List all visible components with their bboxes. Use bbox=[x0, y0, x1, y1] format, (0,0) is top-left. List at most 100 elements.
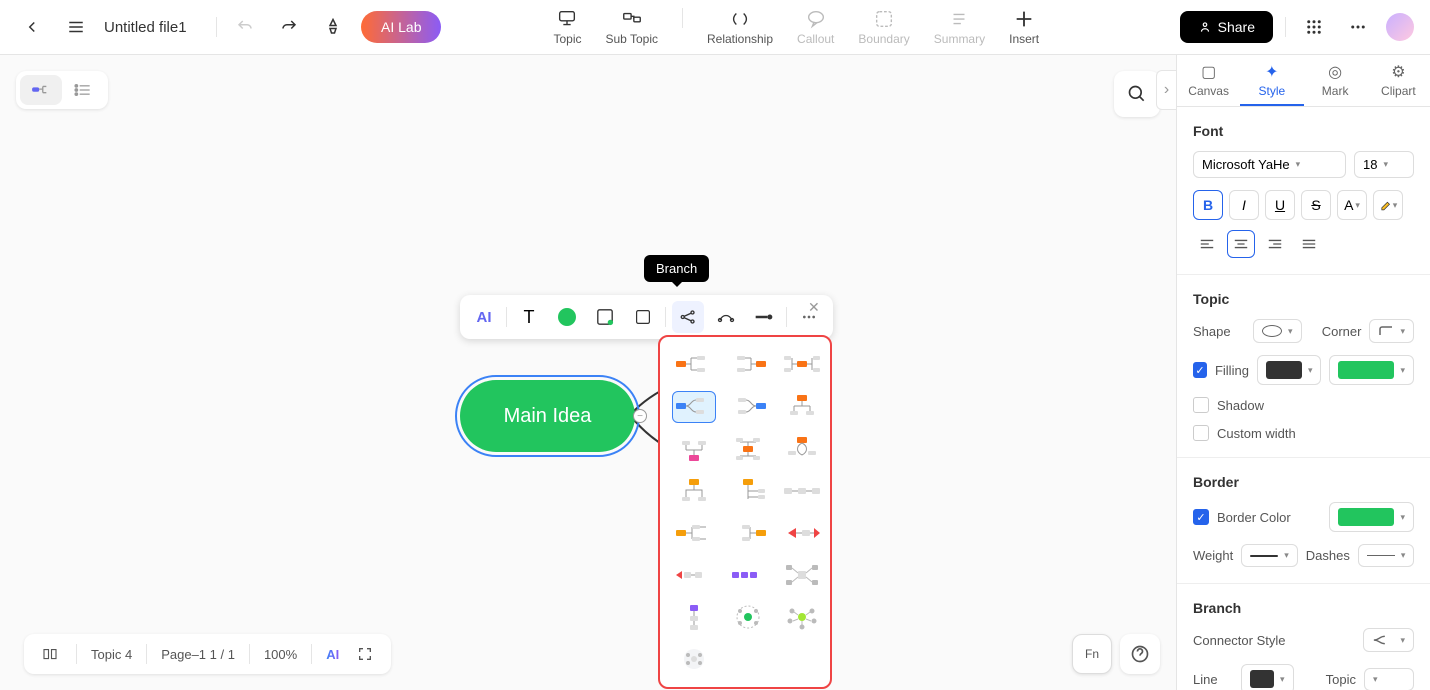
undo-button[interactable] bbox=[229, 11, 261, 43]
layout-opt-15[interactable] bbox=[780, 517, 824, 549]
menu-button[interactable] bbox=[60, 11, 92, 43]
layout-opt-1[interactable] bbox=[672, 349, 716, 381]
pages-button[interactable] bbox=[38, 642, 62, 666]
boundary-tool[interactable]: Boundary bbox=[858, 8, 909, 46]
fill-tool[interactable] bbox=[551, 301, 583, 333]
tab-canvas[interactable]: ▢Canvas bbox=[1177, 55, 1240, 106]
layout-opt-14[interactable] bbox=[726, 517, 770, 549]
layout-opt-16[interactable] bbox=[672, 559, 716, 591]
relationship-tool[interactable]: Relationship bbox=[707, 8, 773, 46]
align-right-button[interactable] bbox=[1261, 230, 1289, 258]
main-idea-node[interactable]: Main Idea − bbox=[460, 380, 635, 452]
font-color-button[interactable]: A▾ bbox=[1337, 190, 1367, 220]
callout-tool[interactable]: Callout bbox=[797, 8, 834, 46]
user-avatar[interactable] bbox=[1386, 13, 1414, 41]
layout-opt-17[interactable] bbox=[726, 559, 770, 591]
border-tool[interactable] bbox=[589, 301, 621, 333]
document-title[interactable] bbox=[104, 19, 204, 36]
chevron-down-icon: ▾ bbox=[1296, 159, 1301, 170]
redo-button[interactable] bbox=[273, 11, 305, 43]
subtopic-tool[interactable]: Sub Topic bbox=[606, 8, 658, 46]
layout-opt-11[interactable] bbox=[726, 475, 770, 507]
close-toolbar-button[interactable]: ✕ bbox=[808, 299, 826, 317]
tab-style[interactable]: ✦Style bbox=[1240, 55, 1303, 106]
font-family-select[interactable]: Microsoft YaHe▾ bbox=[1193, 151, 1346, 178]
custom-width-checkbox[interactable] bbox=[1193, 425, 1209, 441]
weight-select[interactable]: ▾ bbox=[1241, 544, 1298, 567]
layout-opt-10[interactable] bbox=[672, 475, 716, 507]
more-button[interactable] bbox=[1342, 11, 1374, 43]
layout-opt-19[interactable] bbox=[672, 601, 716, 633]
layout-opt-4[interactable] bbox=[672, 391, 716, 423]
layout-opt-20[interactable] bbox=[726, 601, 770, 633]
search-button[interactable] bbox=[1114, 71, 1160, 117]
ai-tool[interactable]: AI bbox=[468, 301, 500, 333]
branch-topic-select[interactable]: ▾ bbox=[1364, 668, 1414, 690]
shape-tool[interactable] bbox=[627, 301, 659, 333]
shape-select[interactable]: ▾ bbox=[1253, 319, 1302, 343]
canvas[interactable]: Main Idea − AI T ✕ Branch bbox=[0, 55, 1176, 690]
insert-tool[interactable]: Insert bbox=[1009, 8, 1039, 46]
layout-opt-8[interactable] bbox=[726, 433, 770, 465]
layout-opt-13[interactable] bbox=[672, 517, 716, 549]
divider bbox=[311, 644, 312, 664]
layout-opt-5[interactable] bbox=[726, 391, 770, 423]
collapse-handle[interactable]: − bbox=[633, 409, 647, 423]
line-color-select[interactable]: ▾ bbox=[1241, 664, 1294, 690]
layout-opt-2[interactable] bbox=[726, 349, 770, 381]
help-button[interactable] bbox=[1120, 634, 1160, 674]
layout-opt-21[interactable] bbox=[780, 601, 824, 633]
fill-swatch-icon bbox=[558, 308, 576, 326]
brush-button[interactable] bbox=[317, 11, 349, 43]
italic-button[interactable]: I bbox=[1229, 190, 1259, 220]
bold-button[interactable]: B bbox=[1193, 190, 1223, 220]
fill-color-2-select[interactable]: ▾ bbox=[1329, 355, 1414, 385]
filling-checkbox[interactable]: ✓ bbox=[1193, 362, 1207, 378]
shadow-checkbox[interactable] bbox=[1193, 397, 1209, 413]
tab-mark[interactable]: ◎Mark bbox=[1304, 55, 1367, 106]
summary-tool[interactable]: Summary bbox=[934, 8, 985, 46]
strike-button[interactable]: S bbox=[1301, 190, 1331, 220]
panel-collapse-button[interactable]: › bbox=[1156, 70, 1176, 110]
text-tool[interactable]: T bbox=[513, 301, 545, 333]
font-size-select[interactable]: 18▾ bbox=[1354, 151, 1414, 178]
connector-tool[interactable] bbox=[710, 301, 742, 333]
corner-select[interactable]: ▾ bbox=[1369, 319, 1414, 343]
layout-opt-12[interactable] bbox=[780, 475, 824, 507]
border-color-select[interactable]: ▾ bbox=[1329, 502, 1414, 532]
branch-layout-popup bbox=[658, 335, 832, 689]
layout-opt-18[interactable] bbox=[780, 559, 824, 591]
page-indicator[interactable]: Page–1 1 / 1 bbox=[161, 647, 235, 662]
align-left-button[interactable] bbox=[1193, 230, 1221, 258]
shape-label: Shape bbox=[1193, 324, 1245, 339]
layout-opt-9[interactable] bbox=[780, 433, 824, 465]
line-style-tool[interactable] bbox=[748, 301, 780, 333]
underline-button[interactable]: U bbox=[1265, 190, 1295, 220]
share-button[interactable]: Share bbox=[1180, 11, 1273, 43]
layout-opt-7[interactable] bbox=[672, 433, 716, 465]
align-center-button[interactable] bbox=[1227, 230, 1255, 258]
zoom-level[interactable]: 100% bbox=[264, 647, 297, 662]
align-justify-button[interactable] bbox=[1295, 230, 1323, 258]
layout-opt-6[interactable] bbox=[780, 391, 824, 423]
branch-tool[interactable] bbox=[672, 301, 704, 333]
fn-button[interactable]: Fn bbox=[1072, 634, 1112, 674]
ai-lab-button[interactable]: AI Lab bbox=[361, 11, 441, 43]
fullscreen-button[interactable] bbox=[353, 642, 377, 666]
border-color-checkbox[interactable]: ✓ bbox=[1193, 509, 1209, 525]
border-color-label: Border Color bbox=[1217, 510, 1321, 525]
branch-section-title: Branch bbox=[1193, 600, 1414, 616]
topic-tool[interactable]: Topic bbox=[553, 8, 581, 46]
layout-opt-22[interactable] bbox=[672, 643, 716, 675]
mindmap-view-toggle[interactable] bbox=[20, 75, 62, 105]
layout-opt-3[interactable] bbox=[780, 349, 824, 381]
dashes-select[interactable]: ▾ bbox=[1358, 544, 1415, 567]
back-button[interactable] bbox=[16, 11, 48, 43]
highlight-button[interactable]: ▾ bbox=[1373, 190, 1403, 220]
connector-select[interactable]: ▾ bbox=[1363, 628, 1414, 652]
tab-clipart[interactable]: ⚙Clipart bbox=[1367, 55, 1430, 106]
apps-button[interactable] bbox=[1298, 11, 1330, 43]
fill-color-1-select[interactable]: ▾ bbox=[1257, 355, 1322, 385]
outline-view-toggle[interactable] bbox=[62, 75, 104, 105]
ai-indicator[interactable]: AI bbox=[326, 647, 339, 662]
